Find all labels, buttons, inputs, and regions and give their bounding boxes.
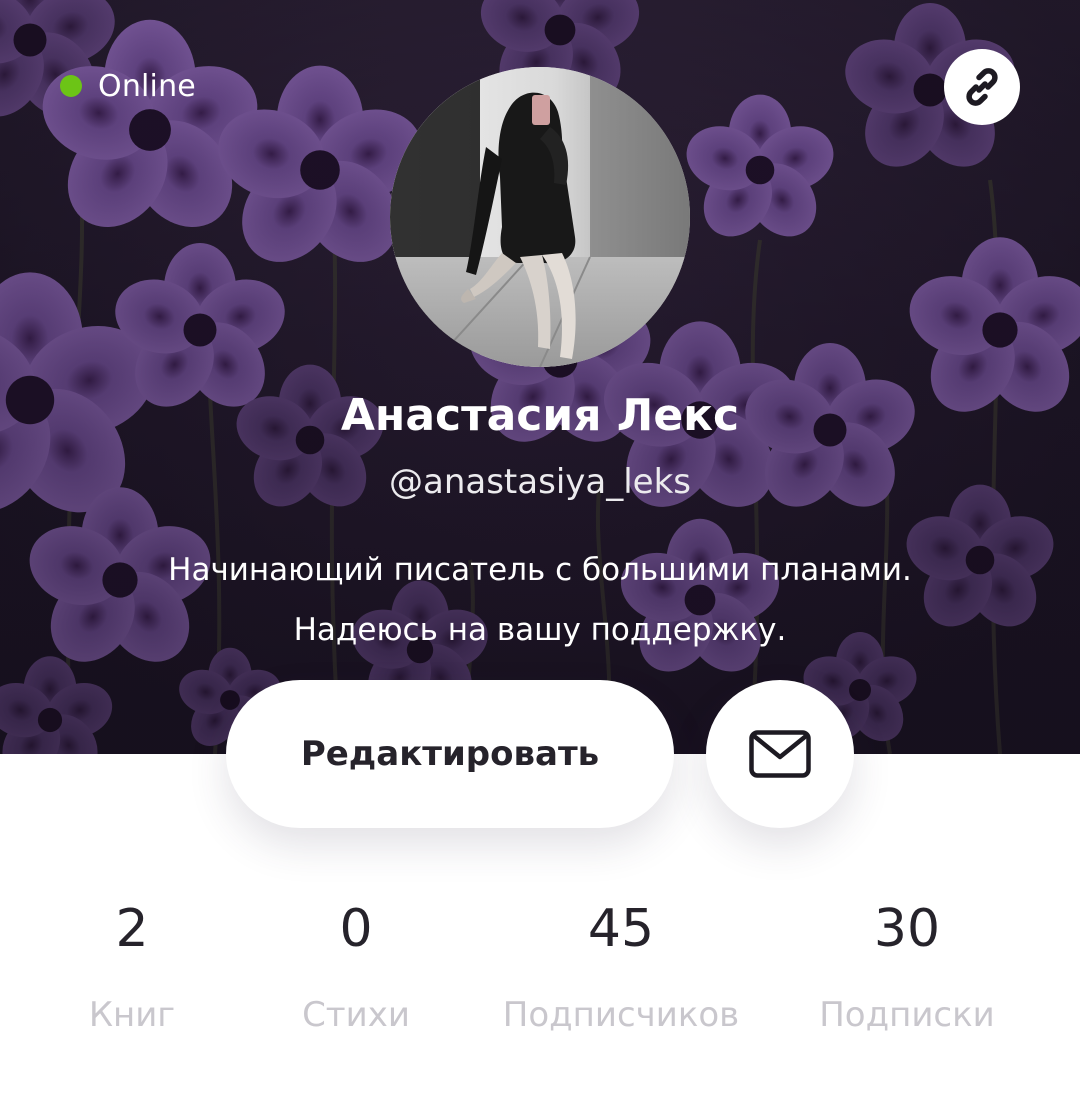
message-button[interactable] xyxy=(706,680,854,828)
avatar-photo xyxy=(390,67,690,367)
stat-label: Подписки xyxy=(819,995,995,1035)
profile-stats: 2 Книг 0 Стихи 45 Подписчиков 30 Подписк… xyxy=(0,890,1080,1060)
edit-profile-button[interactable]: Редактировать xyxy=(226,680,674,828)
link-icon xyxy=(966,68,998,106)
profile-username: @anastasiya_leks xyxy=(389,462,691,502)
avatar[interactable] xyxy=(390,67,690,367)
profile-page: Online Анастасия Лекс @anastasiya_leks Н… xyxy=(0,0,1080,1108)
stat-label: Подписчиков xyxy=(502,995,740,1035)
online-label: Online xyxy=(98,68,196,104)
bio-line-2: Надеюсь на вашу поддержку. xyxy=(293,612,787,648)
mail-icon xyxy=(749,730,811,778)
stat-label: Книг xyxy=(88,995,176,1035)
stat-following[interactable]: 30 Подписки xyxy=(777,890,1037,1042)
profile-name: Анастасия Лекс xyxy=(340,390,740,441)
online-status: Online xyxy=(60,68,196,104)
stat-label: Стихи xyxy=(302,995,410,1035)
share-link-button[interactable] xyxy=(944,49,1020,125)
stat-books[interactable]: 2 Книг xyxy=(2,890,262,1042)
stat-count: 30 xyxy=(873,899,941,959)
online-dot-icon xyxy=(60,75,82,97)
stat-count: 45 xyxy=(587,899,655,959)
stat-count: 0 xyxy=(339,899,373,959)
stat-followers[interactable]: 45 Подписчиков xyxy=(491,890,751,1042)
stat-poems[interactable]: 0 Стихи xyxy=(226,890,486,1042)
profile-bio: Начинающий писатель с большими планами. … xyxy=(60,540,1020,660)
stat-count: 2 xyxy=(115,899,149,959)
bio-line-1: Начинающий писатель с большими планами. xyxy=(168,552,912,588)
